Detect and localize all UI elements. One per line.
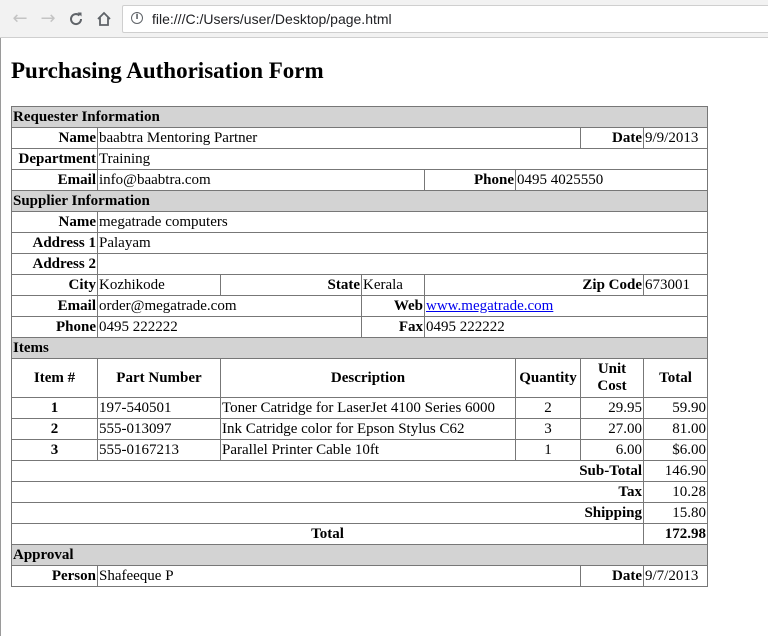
- header-description: Description: [220, 358, 516, 398]
- shipping-value: 15.80: [642, 502, 709, 524]
- fax-label: Fax: [361, 316, 425, 338]
- supplier-phone-value: 0495 222222: [97, 316, 362, 338]
- web-link[interactable]: www.megatrade.com: [426, 298, 553, 314]
- requester-phone-label: Phone: [424, 169, 516, 191]
- grand-total-label: Total: [11, 523, 644, 545]
- state-label: State: [220, 274, 362, 296]
- table-row: 2 555-013097 Ink Catridge color for Epso…: [11, 418, 709, 440]
- reload-icon[interactable]: [65, 8, 87, 30]
- section-items: Items: [10, 337, 709, 359]
- item-number: 3: [11, 439, 98, 461]
- item-quantity: 3: [515, 418, 581, 440]
- item-quantity: 1: [515, 439, 581, 461]
- purchase-form-table: Requester Information Name baabtra Mento…: [10, 106, 709, 587]
- item-description: Toner Catridge for LaserJet 4100 Series …: [220, 397, 516, 419]
- item-description: Ink Catridge color for Epson Stylus C62: [220, 418, 516, 440]
- address1-label: Address 1: [11, 232, 98, 254]
- shipping-label: Shipping: [11, 502, 644, 524]
- supplier-email-value: order@megatrade.com: [97, 295, 362, 317]
- supplier-phone-label: Phone: [11, 316, 98, 338]
- item-description: Parallel Printer Cable 10ft: [220, 439, 516, 461]
- supplier-email-label: Email: [11, 295, 98, 317]
- home-icon[interactable]: [93, 8, 115, 30]
- address2-label: Address 2: [11, 253, 98, 275]
- item-quantity: 2: [515, 397, 581, 419]
- item-unit-cost: 29.95: [580, 397, 644, 419]
- url-text: file:///C:/Users/user/Desktop/page.html: [152, 11, 392, 27]
- city-label: City: [11, 274, 98, 296]
- forward-arrow-icon[interactable]: →: [37, 8, 59, 30]
- address-bar[interactable]: i file:///C:/Users/user/Desktop/page.htm…: [122, 5, 768, 33]
- window-edge: [0, 38, 1, 636]
- requester-name-value: baabtra Mentoring Partner: [97, 127, 581, 149]
- item-total: $6.00: [642, 439, 709, 461]
- section-supplier: Supplier Information: [10, 190, 709, 212]
- part-number: 197-540501: [97, 397, 221, 419]
- info-icon[interactable]: i: [131, 12, 143, 24]
- approval-date-value: 9/7/2013: [642, 565, 709, 587]
- subtotal-label: Sub-Total: [11, 460, 644, 482]
- requester-date-label: Date: [580, 127, 644, 149]
- requester-phone-value: 0495 4025550: [514, 169, 709, 191]
- requester-name-label: Name: [11, 127, 98, 149]
- header-unit-cost: Unit Cost: [580, 358, 644, 398]
- requester-date-value: 9/9/2013: [642, 127, 709, 149]
- header-item: Item #: [11, 358, 98, 398]
- item-unit-cost: 27.00: [580, 418, 644, 440]
- requester-email-label: Email: [11, 169, 98, 191]
- state-value: Kerala: [361, 274, 425, 296]
- back-arrow-icon[interactable]: ←: [9, 8, 31, 30]
- table-row: 3 555-0167213 Parallel Printer Cable 10f…: [11, 439, 709, 461]
- page-title: Purchasing Authorisation Form: [11, 58, 324, 83]
- approval-date-label: Date: [580, 565, 644, 587]
- browser-toolbar: ← → i file:///C:/Users/user/Desktop/page…: [0, 0, 768, 38]
- person-value: Shafeeque P: [97, 565, 581, 587]
- table-row: 1 197-540501 Toner Catridge for LaserJet…: [11, 397, 709, 419]
- part-number: 555-0167213: [97, 439, 221, 461]
- tax-label: Tax: [11, 481, 644, 503]
- part-number: 555-013097: [97, 418, 221, 440]
- person-label: Person: [11, 565, 98, 587]
- item-number: 2: [11, 418, 98, 440]
- department-label: Department: [11, 148, 98, 170]
- header-quantity: Quantity: [515, 358, 581, 398]
- section-requester: Requester Information: [10, 106, 709, 128]
- zip-label: Zip Code: [424, 274, 644, 296]
- subtotal-value: 146.90: [642, 460, 709, 482]
- header-part-number: Part Number: [97, 358, 221, 398]
- grand-total-value: 172.98: [642, 523, 709, 545]
- supplier-name-label: Name: [11, 211, 98, 233]
- requester-email-value: info@baabtra.com: [97, 169, 425, 191]
- department-value: Training: [96, 148, 709, 170]
- section-approval: Approval: [10, 544, 709, 566]
- item-total: 81.00: [642, 418, 709, 440]
- address1-value: Palayam: [96, 232, 709, 254]
- supplier-name-value: megatrade computers: [96, 211, 709, 233]
- address2-value: [96, 253, 709, 275]
- item-total: 59.90: [642, 397, 709, 419]
- city-value: Kozhikode: [97, 274, 221, 296]
- tax-value: 10.28: [642, 481, 709, 503]
- fax-value: 0495 222222: [423, 316, 709, 338]
- zip-value: 673001: [642, 274, 709, 296]
- item-number: 1: [11, 397, 98, 419]
- header-total: Total: [642, 358, 709, 398]
- web-label: Web: [361, 295, 425, 317]
- item-unit-cost: 6.00: [580, 439, 644, 461]
